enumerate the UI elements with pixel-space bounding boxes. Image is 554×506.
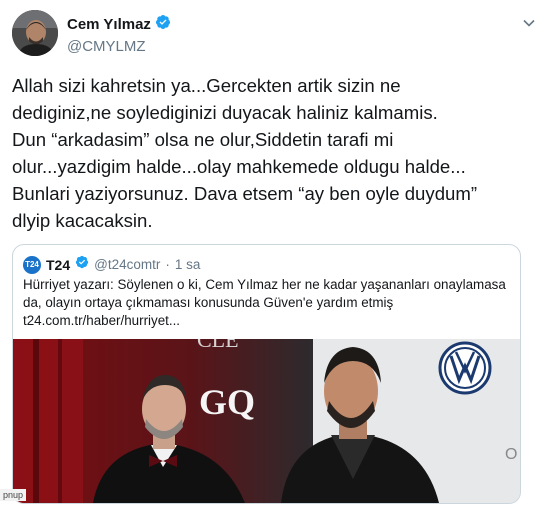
quoted-text-line: da, olayın ortaya çıkmaması konusunda Gü… (23, 295, 394, 310)
quoted-text-line: Hürriyet yazarı: Söylenen o ki, Cem Yılm… (23, 277, 506, 292)
tweet-text-line: Bunlari yaziyorsunuz. Dava etsem “ay ben… (12, 183, 478, 204)
handle[interactable]: @CMYLMZ (67, 38, 171, 55)
tweet-text-line: Allah sizi kahretsin ya...Gercekten arti… (12, 75, 401, 96)
avatar[interactable] (12, 10, 58, 56)
verified-badge-icon (75, 255, 89, 274)
quoted-tweet-photo[interactable]: CLE GQ O (13, 339, 520, 503)
quoted-handle[interactable]: @t24comtr (94, 257, 160, 272)
tweet-text-line: dediginiz,ne soylediginizi duyacak halin… (12, 102, 438, 123)
quoted-link[interactable]: t24.com.tr/haber/hurriyet... (23, 312, 513, 330)
vw-logo-icon (438, 341, 492, 395)
display-name[interactable]: Cem Yılmaz (67, 16, 151, 33)
corner-label: pnup (0, 489, 27, 501)
tweet-text-line: Dun “arkadasim” olsa ne olur,Siddetin ta… (12, 129, 394, 150)
quoted-tweet[interactable]: T24 T24 @t24comtr · 1 sa Hürriyet yazarı… (12, 244, 521, 504)
svg-text:O: O (505, 446, 517, 463)
tweet-text: Allah sizi kahretsin ya...Gercekten arti… (12, 72, 532, 234)
t24-logo[interactable]: T24 (23, 255, 41, 274)
backdrop-text-cle: CLE (197, 339, 239, 352)
tweet-card: Cem Yılmaz @CMYLMZ Allah sizi kahretsin … (0, 0, 554, 506)
backdrop-text-gq: GQ (199, 382, 255, 422)
quoted-display-name[interactable]: T24 (46, 257, 70, 273)
quoted-tweet-text: Hürriyet yazarı: Söylenen o ki, Cem Yılm… (23, 276, 513, 330)
tweet-text-line: olur...yazdigim halde...olay mahkemede o… (12, 156, 466, 177)
meta-separator: · (165, 257, 170, 272)
quoted-tweet-header: T24 T24 @t24comtr · 1 sa (23, 255, 200, 274)
quoted-timestamp[interactable]: 1 sa (175, 257, 201, 272)
chevron-down-icon[interactable] (522, 16, 536, 30)
verified-badge-icon (155, 14, 171, 35)
tweet-text-line: dlyip kacacaksin. (12, 210, 153, 231)
author-block: Cem Yılmaz @CMYLMZ (67, 14, 171, 55)
